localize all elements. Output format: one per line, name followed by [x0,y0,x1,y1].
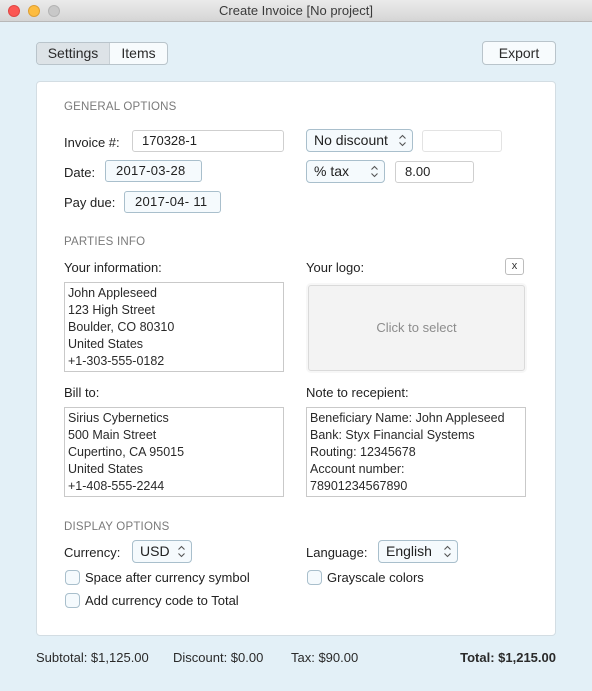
chevron-up-down-icon [399,134,406,147]
tab-settings[interactable]: Settings [37,43,110,64]
tab-items[interactable]: Items [110,43,167,64]
clear-logo-button[interactable]: x [505,258,524,275]
currency-label: Currency: [64,545,121,560]
tax-type-value: % tax [314,163,350,179]
pay-due-label: Pay due: [64,195,116,210]
grayscale-colors-label[interactable]: Grayscale colors [327,570,424,585]
chevron-up-down-icon [178,545,185,558]
settings-panel: GENERAL OPTIONS Invoice #: 170328-1 Date… [36,81,556,636]
subtotal-text: Subtotal: $1,125.00 [36,650,149,665]
grayscale-colors-checkbox[interactable] [307,570,322,585]
your-information-label: Your information: [64,260,162,275]
currency-select[interactable]: USD [132,540,192,563]
tax-type-select[interactable]: % tax [306,160,385,183]
space-after-symbol-checkbox[interactable] [65,570,80,585]
logo-drop-area[interactable]: Click to select [308,285,525,371]
chevron-up-down-icon [371,165,378,178]
grand-total-text: Total: $1,215.00 [460,650,556,665]
language-select[interactable]: English [378,540,458,563]
note-to-recipient-label: Note to recepient: [306,385,409,400]
tab-segmented-control: Settings Items [36,42,168,65]
minimize-window-button[interactable] [28,5,40,17]
pay-due-field[interactable]: 2017-04- 11 [124,191,221,213]
title-bar: Create Invoice [No project] [0,0,592,22]
chevron-up-down-icon [444,545,451,558]
general-options-heading: GENERAL OPTIONS [64,101,177,113]
note-to-recipient-textarea[interactable]: Beneficiary Name: John Appleseed Bank: S… [306,407,526,497]
date-field[interactable]: 2017-03-28 [105,160,202,182]
discount-value-field[interactable] [422,130,502,152]
bill-to-textarea[interactable]: Sirius Cybernetics 500 Main Street Cuper… [64,407,284,497]
language-value: English [386,543,432,559]
parties-info-heading: PARTIES INFO [64,236,146,248]
display-options-heading: DISPLAY OPTIONS [64,521,170,533]
discount-type-select[interactable]: No discount [306,129,413,152]
close-window-button[interactable] [8,5,20,17]
space-after-symbol-label[interactable]: Space after currency symbol [85,570,250,585]
your-logo-label: Your logo: [306,260,365,275]
invoice-number-label: Invoice #: [64,135,120,150]
language-label: Language: [306,545,368,560]
date-label: Date: [64,165,96,180]
discount-type-value: No discount [314,132,388,148]
currency-value: USD [140,543,170,559]
invoice-number-field[interactable]: 170328-1 [132,130,284,152]
export-button[interactable]: Export [482,41,556,65]
add-currency-code-label[interactable]: Add currency code to Total [85,593,239,608]
add-currency-code-checkbox[interactable] [65,593,80,608]
logo-placeholder-text: Click to select [376,320,457,335]
zoom-window-button[interactable] [48,5,60,17]
your-information-textarea[interactable]: John Appleseed 123 High Street Boulder, … [64,282,284,372]
discount-total-text: Discount: $0.00 [173,650,264,665]
tax-value-field[interactable]: 8.00 [395,161,474,183]
tax-total-text: Tax: $90.00 [291,650,359,665]
window-title: Create Invoice [No project] [219,3,373,18]
bill-to-label: Bill to: [64,385,100,400]
